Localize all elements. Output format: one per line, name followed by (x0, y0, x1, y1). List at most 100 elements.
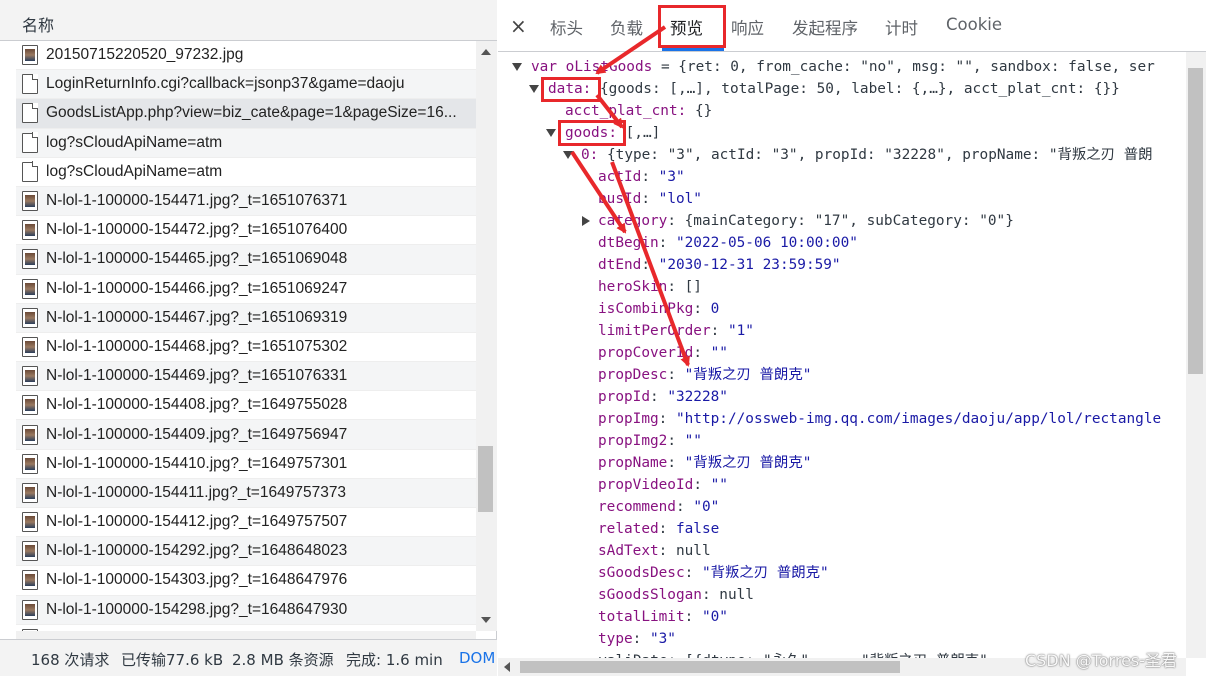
field-line-sAdText[interactable]: sAdText: null (598, 540, 711, 562)
field-line-limitPerOrder[interactable]: limitPerOrder: "1" (598, 320, 754, 342)
request-row[interactable]: N-lol-1-100000-154410.jpg?_t=1649757301 (16, 450, 476, 479)
field-line-dtBegin[interactable]: dtBegin: "2022-05-06 10:00:00" (598, 232, 858, 254)
request-row[interactable]: GoodsListApp.php?view=biz_cate&page=1&pa… (16, 99, 476, 129)
request-name: N-lol-1-100000-154303.jpg?_t=1648647976 (46, 571, 348, 589)
request-row[interactable]: N-lol-1-100000-154469.jpg?_t=1651076331 (16, 362, 476, 392)
expand-arrow-icon[interactable] (512, 63, 522, 71)
request-row[interactable]: N-lol-1-100000-154303.jpg?_t=1648647976 (16, 566, 476, 596)
field-line-category[interactable]: category: {mainCategory: "17", subCatego… (598, 210, 1014, 232)
request-name: N-lol-1-100000-154465.jpg?_t=1651069048 (46, 250, 348, 268)
request-name: N-lol-1-100000-154409.jpg?_t=1649756947 (46, 425, 348, 443)
scrollbar-thumb[interactable] (478, 446, 493, 512)
tab-headers[interactable]: 标头 (550, 15, 583, 39)
expand-arrow-icon[interactable] (546, 129, 556, 137)
field-line-totalLimit[interactable]: totalLimit: "0" (598, 606, 728, 628)
field-line-heroSkin[interactable]: heroSkin: [] (598, 276, 702, 298)
request-row[interactable]: log?sCloudApiName=atm (16, 128, 476, 158)
request-row[interactable]: log?sCloudApiName=atm (16, 158, 476, 187)
field-line-related[interactable]: related: false (598, 518, 719, 540)
scroll-down-arrow-icon[interactable] (481, 617, 491, 623)
request-row[interactable]: N-lol-1-100000-154408.jpg?_t=1649755028 (16, 391, 476, 421)
field-value: [] (684, 279, 702, 295)
field-line-busId[interactable]: busId: "lol" (598, 188, 702, 210)
image-file-icon (22, 599, 38, 620)
image-file-icon (22, 336, 38, 357)
field-value: "0" (693, 499, 720, 515)
request-row[interactable]: LoginReturnInfo.cgi?callback=jsonp37&gam… (16, 70, 476, 100)
tree-acct-line[interactable]: acct_plat_cnt: {} (565, 100, 712, 122)
request-row[interactable]: N-lol-1-100000-154298.jpg?_t=1648647930 (16, 595, 476, 625)
expand-arrow-icon[interactable] (563, 151, 573, 159)
csdn-watermark: CSDN @Torres-圣君 (1025, 651, 1178, 670)
preview-vertical-scrollbar[interactable] (1186, 52, 1206, 658)
field-value: "3" (658, 169, 685, 185)
request-list-scrollbar[interactable] (476, 41, 497, 631)
tab-initiator[interactable]: 发起程序 (792, 15, 858, 39)
field-line-sGoodsDesc[interactable]: sGoodsDesc: "背叛之刃 普朗克" (598, 562, 829, 584)
field-key: related (598, 521, 659, 537)
request-name: N-lol-1-100000-154410.jpg?_t=1649757301 (46, 454, 348, 472)
image-file-icon (22, 220, 38, 241)
field-line-isCombinPkg[interactable]: isCombinPkg: 0 (598, 298, 719, 320)
request-row[interactable]: N-lol-1-100000-154471.jpg?_t=1651076371 (16, 186, 476, 217)
image-file-icon (22, 453, 38, 474)
request-list-horizontal-scrollbar[interactable] (16, 631, 476, 639)
document-file-icon (22, 73, 39, 95)
image-file-icon (22, 366, 38, 387)
request-row[interactable]: N-lol-1-100000-154468.jpg?_t=1651075302 (16, 333, 476, 363)
active-tab-indicator (662, 48, 724, 51)
field-line-dtEnd[interactable]: dtEnd: "2030-12-31 23:59:59" (598, 254, 841, 276)
field-line-propId[interactable]: propId: "32228" (598, 386, 728, 408)
request-row[interactable]: N-lol-1-100000-154467.jpg?_t=1651069319 (16, 303, 476, 333)
acct-value: {} (686, 103, 713, 119)
request-row[interactable]: N-lol-1-100000-154472.jpg?_t=1651076400 (16, 216, 476, 246)
tree-validate-line[interactable]: ▸ valiDate: [{dtype: "永久", ... "背叛之刃 普朗克… (581, 650, 988, 658)
field-line-propDesc[interactable]: propDesc: "背叛之刃 普朗克" (598, 364, 811, 386)
tab-payload[interactable]: 负载 (610, 15, 643, 39)
field-line-type[interactable]: type: "3" (598, 628, 676, 650)
image-file-icon (22, 541, 38, 562)
expand-arrow-icon[interactable] (529, 85, 539, 93)
field-key: propName (598, 455, 668, 471)
document-file-icon (22, 161, 39, 182)
request-row[interactable]: N-lol-1-100000-154412.jpg?_t=1649757507 (16, 508, 476, 538)
tree-data-line[interactable]: data: {goods: [,…], totalPage: 50, label… (548, 78, 1120, 100)
request-name: N-lol-1-100000-154469.jpg?_t=1651076331 (46, 367, 348, 385)
scrollbar-thumb[interactable] (520, 661, 900, 673)
name-column-header[interactable]: 名称 (0, 0, 497, 41)
close-icon[interactable]: × (510, 14, 527, 38)
request-name: N-lol-1-100000-154408.jpg?_t=1649755028 (46, 396, 348, 414)
request-name: N-lol-1-100000-154472.jpg?_t=1651076400 (46, 221, 348, 239)
scroll-left-arrow-icon[interactable] (504, 662, 510, 672)
scroll-up-arrow-icon[interactable] (481, 49, 491, 55)
request-row[interactable]: 20150715220520_97232.jpg (16, 41, 476, 71)
request-row[interactable]: N-lol-1-100000-154411.jpg?_t=1649757373 (16, 478, 476, 508)
request-row[interactable]: N-lol-1-100000-154292.jpg?_t=1648648023 (16, 537, 476, 567)
field-line-propVideoId[interactable]: propVideoId: "" (598, 474, 728, 496)
tab-response[interactable]: 响应 (731, 15, 764, 39)
tree-item0-line[interactable]: 0: {type: "3", actId: "3", propId: "3222… (581, 144, 1153, 166)
request-name: N-lol-1-100000-154411.jpg?_t=1649757373 (46, 483, 347, 501)
item0-key: 0: (581, 147, 599, 163)
field-line-recommend[interactable]: recommend: "0" (598, 496, 719, 518)
tab-timing[interactable]: 计时 (885, 15, 918, 39)
collapse-arrow-icon[interactable] (582, 216, 590, 226)
field-line-propCoverId[interactable]: propCoverId: "" (598, 342, 728, 364)
image-file-icon (22, 278, 38, 299)
image-file-icon (22, 482, 38, 503)
field-line-sGoodsSlogan[interactable]: sGoodsSlogan: null (598, 584, 754, 606)
scrollbar-thumb[interactable] (1188, 68, 1203, 374)
tree-root-line[interactable]: var oListGoods = {ret: 0, from_cache: "n… (531, 56, 1155, 78)
field-line-actId[interactable]: actId: "3" (598, 166, 685, 188)
tab-cookies[interactable]: Cookie (946, 15, 1002, 34)
request-row[interactable]: N-lol-1-100000-154465.jpg?_t=1651069048 (16, 245, 476, 275)
field-value: 0 (710, 301, 720, 317)
request-name: log?sCloudApiName=atm (46, 162, 223, 180)
field-line-propImg2[interactable]: propImg2: "" (598, 430, 702, 452)
field-key: isCombinPkg (598, 301, 694, 317)
request-row[interactable]: N-lol-1-100000-154466.jpg?_t=1651069247 (16, 275, 476, 304)
field-key: sGoodsDesc (598, 565, 685, 581)
field-line-propImg[interactable]: propImg: "http://ossweb-img.qq.com/image… (598, 408, 1161, 430)
field-line-propName[interactable]: propName: "背叛之刃 普朗克" (598, 452, 811, 474)
request-row[interactable]: N-lol-1-100000-154409.jpg?_t=1649756947 (16, 420, 476, 450)
